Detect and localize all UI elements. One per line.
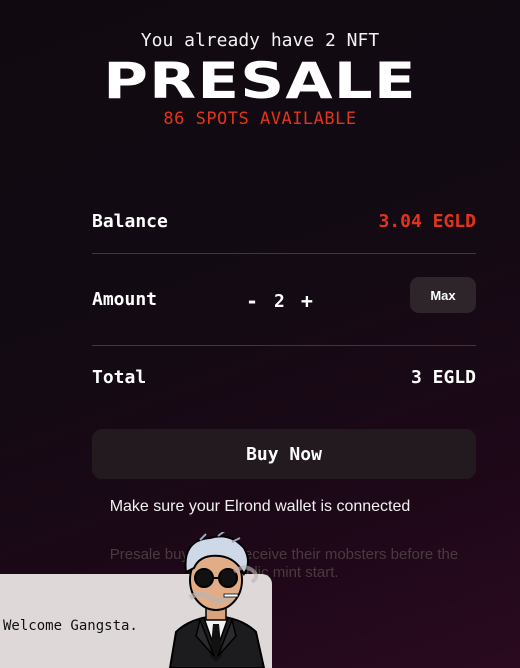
amount-label: Amount	[92, 289, 158, 310]
wallet-note: Make sure your Elrond wallet is connecte…	[109, 498, 411, 515]
gangster-avatar-icon	[168, 532, 266, 668]
spots-available: 86 SPOTS AVAILABLE	[163, 109, 357, 129]
total-value: 3 EGLD	[410, 367, 476, 388]
balance-value: 3.04 EGLD	[378, 211, 476, 232]
increment-button[interactable]: +	[301, 289, 313, 313]
divider	[92, 253, 476, 254]
quantity-stepper: - 2 +	[246, 289, 313, 313]
balance-label: Balance	[92, 211, 168, 232]
owned-nft-text: You already have 2 NFT	[140, 30, 380, 51]
page-title: PRESALE	[103, 52, 417, 110]
welcome-text: Welcome Gangsta.	[3, 618, 138, 634]
total-label: Total	[92, 367, 147, 388]
max-button[interactable]: Max	[410, 277, 476, 313]
divider	[92, 345, 476, 346]
quantity-value: 2	[274, 290, 285, 312]
decrement-button[interactable]: -	[246, 289, 258, 313]
buy-now-button[interactable]: Buy Now	[92, 429, 476, 479]
